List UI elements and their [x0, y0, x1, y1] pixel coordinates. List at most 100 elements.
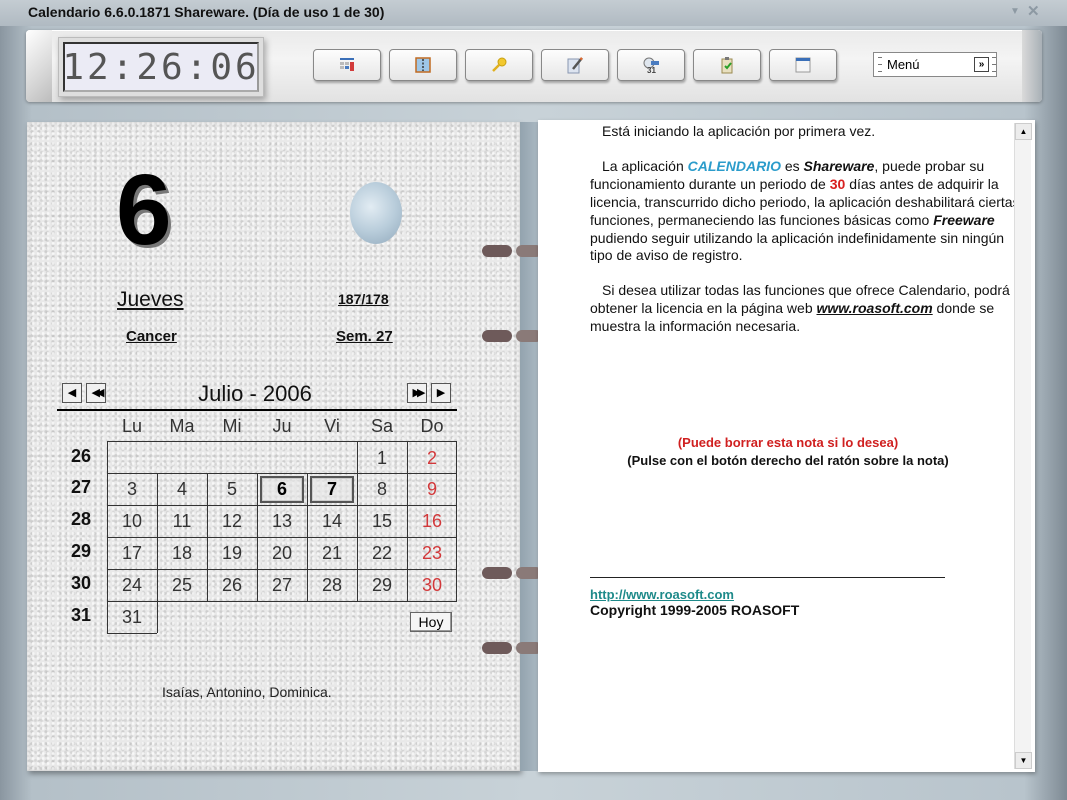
note-page[interactable]: Está iniciando la aplicación por primera…	[538, 120, 1035, 772]
right-click-hint: (Pulse con el botón derecho del ratón so…	[627, 453, 949, 468]
weekday-header: Ma	[169, 416, 195, 436]
calendar-day[interactable]: 31	[107, 601, 157, 633]
week-number[interactable]: 26	[60, 446, 102, 467]
calendar-grid-icon	[340, 58, 354, 71]
weekday-header: Sa	[370, 416, 394, 436]
title-bar: Calendario 6.6.0.1871 Shareware. (Día de…	[0, 0, 1067, 26]
double-triangle-left-icon: ◀◀	[91, 387, 105, 399]
calendar-day[interactable]: 27	[257, 569, 307, 601]
key-icon	[492, 57, 507, 72]
close-button[interactable]: ✕	[1027, 2, 1040, 20]
calendar-day[interactable]: 24	[107, 569, 157, 601]
calendar-day[interactable]: 3	[107, 473, 157, 505]
week-number[interactable]: 30	[60, 573, 102, 594]
calendar-day[interactable]: 18	[157, 537, 207, 569]
alarm-button[interactable]: 31	[617, 49, 685, 81]
double-chevron-down-icon[interactable]: »	[974, 57, 989, 72]
week-number[interactable]: 31	[60, 605, 102, 626]
grid-line-horizontal	[107, 473, 457, 474]
calendar-day[interactable]: 16	[407, 505, 457, 537]
grid-line-horizontal	[107, 441, 457, 442]
week-number[interactable]: 29	[60, 541, 102, 562]
grid-line-vertical	[107, 441, 108, 633]
calendar-day[interactable]: 22	[357, 537, 407, 569]
notebook-icon	[415, 57, 431, 73]
calendar-day[interactable]: 8	[357, 473, 407, 505]
calendar-view-button[interactable]	[313, 49, 381, 81]
calendar-day[interactable]: 13	[257, 505, 307, 537]
calendar-day[interactable]: 1	[357, 442, 407, 474]
week-number[interactable]: 27	[60, 477, 102, 498]
toolbar: 12:26:06 31 Menú »	[26, 30, 1042, 102]
calendar-day[interactable]: 28	[307, 569, 357, 601]
clock-time: 12:26:06	[62, 42, 259, 92]
weekday-header: Vi	[324, 416, 340, 436]
grid-line-horizontal	[107, 569, 457, 570]
calendar-day[interactable]: 2	[407, 442, 457, 474]
calendar-day[interactable]: 4	[157, 473, 207, 505]
week-number[interactable]: 28	[60, 509, 102, 530]
arrow-down-icon: ▼	[1019, 756, 1028, 765]
license-key-button[interactable]	[465, 49, 533, 81]
calendar-day[interactable]: 10	[107, 505, 157, 537]
grid-line-horizontal	[107, 633, 157, 634]
moon-phase-icon	[350, 182, 402, 244]
calendar-day[interactable]: 20	[257, 537, 307, 569]
triangle-right-icon: ▶	[436, 387, 446, 399]
homepage-link[interactable]: http://www.roasoft.com	[590, 587, 734, 602]
grid-line-vertical	[207, 473, 208, 601]
calendar-day[interactable]: 26	[207, 569, 257, 601]
note-text: Está iniciando la aplicación por primera…	[590, 123, 1020, 353]
next-year-button[interactable]: ▶▶	[407, 383, 427, 403]
calendar-day[interactable]: 9	[407, 473, 457, 505]
today-button[interactable]: Hoy	[410, 612, 452, 632]
calendar-day[interactable]: 6	[257, 473, 307, 505]
week-number-label[interactable]: Sem. 27	[336, 328, 393, 345]
grid-line-horizontal	[107, 505, 457, 506]
calendar-day[interactable]: 21	[307, 537, 357, 569]
clipboard-check-icon	[721, 57, 733, 74]
double-triangle-right-icon: ▶▶	[412, 387, 426, 399]
weekday-label[interactable]: Jueves	[117, 288, 184, 312]
weekday-header: Mi	[222, 416, 242, 436]
note-paragraph-1: Está iniciando la aplicación por primera…	[602, 123, 876, 139]
calendar-day[interactable]: 29	[357, 569, 407, 601]
calendar-day[interactable]: 12	[207, 505, 257, 537]
calendar-day[interactable]: 7	[307, 473, 357, 505]
prev-month-button[interactable]: ◀	[62, 383, 82, 403]
calendar-day[interactable]: 14	[307, 505, 357, 537]
weekday-header: Lu	[121, 416, 143, 436]
website-link[interactable]: www.roasoft.com	[817, 300, 933, 316]
calendar-day[interactable]: 23	[407, 537, 457, 569]
current-day-number: 6	[116, 154, 172, 266]
delete-note-hint: (Puede borrar esta nota si lo desea)	[677, 435, 899, 450]
vertical-scrollbar[interactable]: ▲ ▼	[1014, 123, 1032, 769]
calendar-day[interactable]: 11	[157, 505, 207, 537]
edit-note-button[interactable]	[541, 49, 609, 81]
menu-dropdown[interactable]: Menú »	[873, 52, 997, 77]
copyright-text: Copyright 1999-2005 ROASOFT	[590, 602, 800, 618]
calendar-day[interactable]: 30	[407, 569, 457, 601]
calendar-day[interactable]: 5	[207, 473, 257, 505]
grid-line-vertical	[407, 441, 408, 601]
agenda-button[interactable]	[389, 49, 457, 81]
window-button[interactable]	[769, 49, 837, 81]
digital-clock: 12:26:06	[58, 37, 264, 97]
svg-text:31: 31	[647, 66, 656, 75]
zodiac-label[interactable]: Cancer	[126, 328, 177, 345]
scroll-up-button[interactable]: ▲	[1015, 123, 1032, 140]
pencil-note-icon	[567, 57, 583, 74]
calendar-day[interactable]: 25	[157, 569, 207, 601]
calendar-day[interactable]: 17	[107, 537, 157, 569]
freeware-label: Freeware	[933, 211, 995, 228]
day-of-year-label[interactable]: 187/178	[338, 291, 389, 307]
calendar-day[interactable]: 15	[357, 505, 407, 537]
grip-icon	[878, 57, 882, 72]
prev-year-button[interactable]: ◀◀	[86, 383, 106, 403]
tasks-button[interactable]	[693, 49, 761, 81]
calendar-day[interactable]: 19	[207, 537, 257, 569]
minimize-button[interactable]: ▼	[1010, 6, 1020, 17]
next-month-button[interactable]: ▶	[431, 383, 451, 403]
scroll-down-button[interactable]: ▼	[1015, 752, 1032, 769]
note-paragraph-2: La aplicación CALENDARIO es Shareware, p…	[590, 157, 1020, 264]
